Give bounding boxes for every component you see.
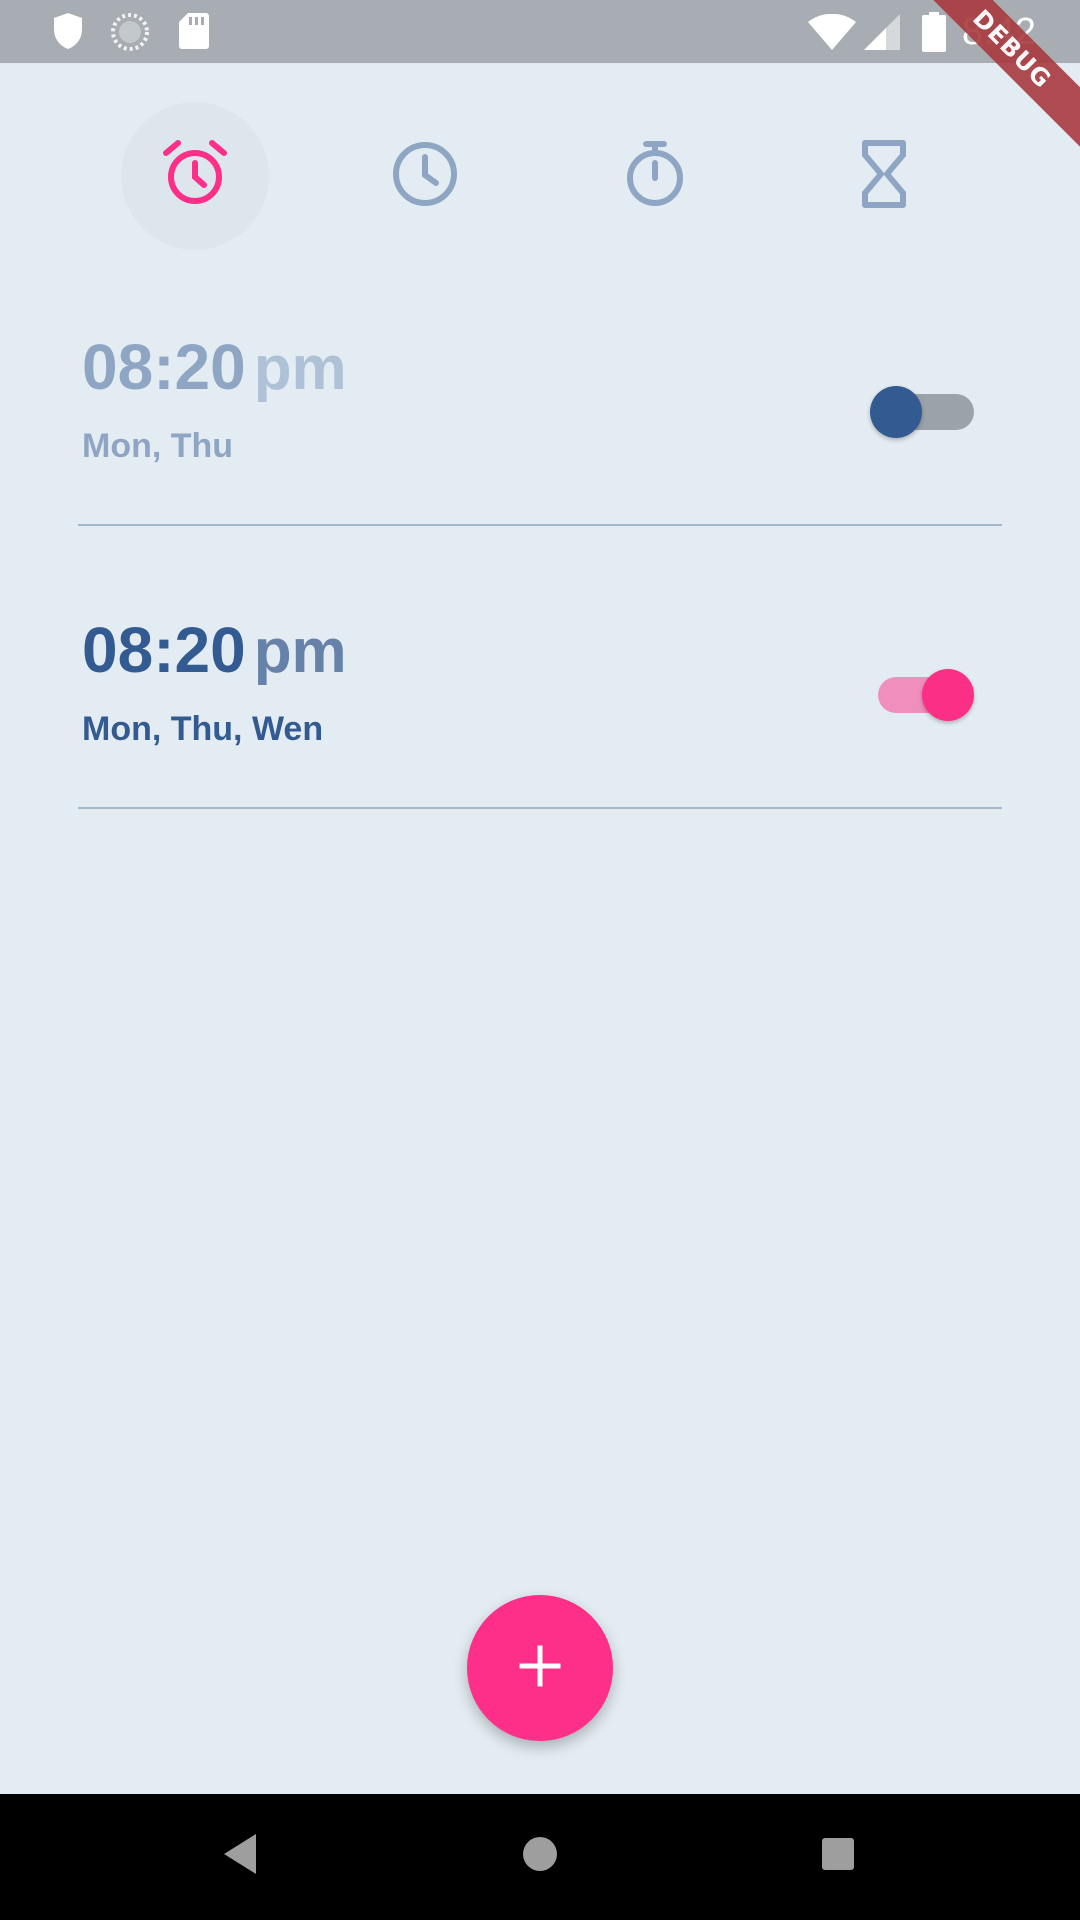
home-icon[interactable] xyxy=(521,1832,559,1881)
battery-icon xyxy=(922,12,946,57)
switch-thumb xyxy=(922,669,974,721)
alarm-icon xyxy=(160,139,230,214)
divider xyxy=(78,524,1002,526)
alarm-item[interactable]: 08:20 pm Mon, Thu xyxy=(0,300,1080,550)
clock-icon xyxy=(390,139,460,214)
tab-clock[interactable] xyxy=(351,102,499,250)
back-icon[interactable] xyxy=(222,1832,258,1881)
sync-icon xyxy=(110,12,150,57)
alarm-time: 08:20 pm xyxy=(82,613,347,687)
recents-icon[interactable] xyxy=(820,1832,856,1881)
navigation-bar xyxy=(0,1794,1080,1920)
alarm-toggle-switch[interactable] xyxy=(872,663,982,723)
status-bar: 8:42 xyxy=(0,0,1080,63)
tab-timer[interactable] xyxy=(810,102,958,250)
hourglass-icon xyxy=(849,139,919,214)
switch-thumb xyxy=(870,386,922,438)
alarm-days: Mon, Thu xyxy=(82,427,234,465)
wifi-icon xyxy=(808,13,856,55)
alarm-time-value: 08:20 xyxy=(82,614,246,686)
alarm-time: 08:20 pm xyxy=(82,330,347,404)
sd-card-icon xyxy=(178,12,210,55)
alarm-toggle-switch[interactable] xyxy=(868,380,978,440)
alarm-days: Mon, Thu, Wen xyxy=(82,710,324,748)
alarm-time-period: pm xyxy=(253,334,347,403)
alarm-item[interactable]: 08:20 pm Mon, Thu, Wen xyxy=(0,583,1080,833)
shield-icon xyxy=(52,12,84,55)
tab-alarm[interactable] xyxy=(121,102,269,250)
stopwatch-icon xyxy=(620,139,690,214)
tab-stopwatch[interactable] xyxy=(581,102,729,250)
alarm-time-period: pm xyxy=(253,617,347,686)
plus-icon xyxy=(518,1644,562,1693)
cellular-signal-icon xyxy=(864,14,900,55)
alarm-time-value: 08:20 xyxy=(82,331,246,403)
add-alarm-button[interactable] xyxy=(467,1595,613,1741)
divider xyxy=(78,807,1002,809)
